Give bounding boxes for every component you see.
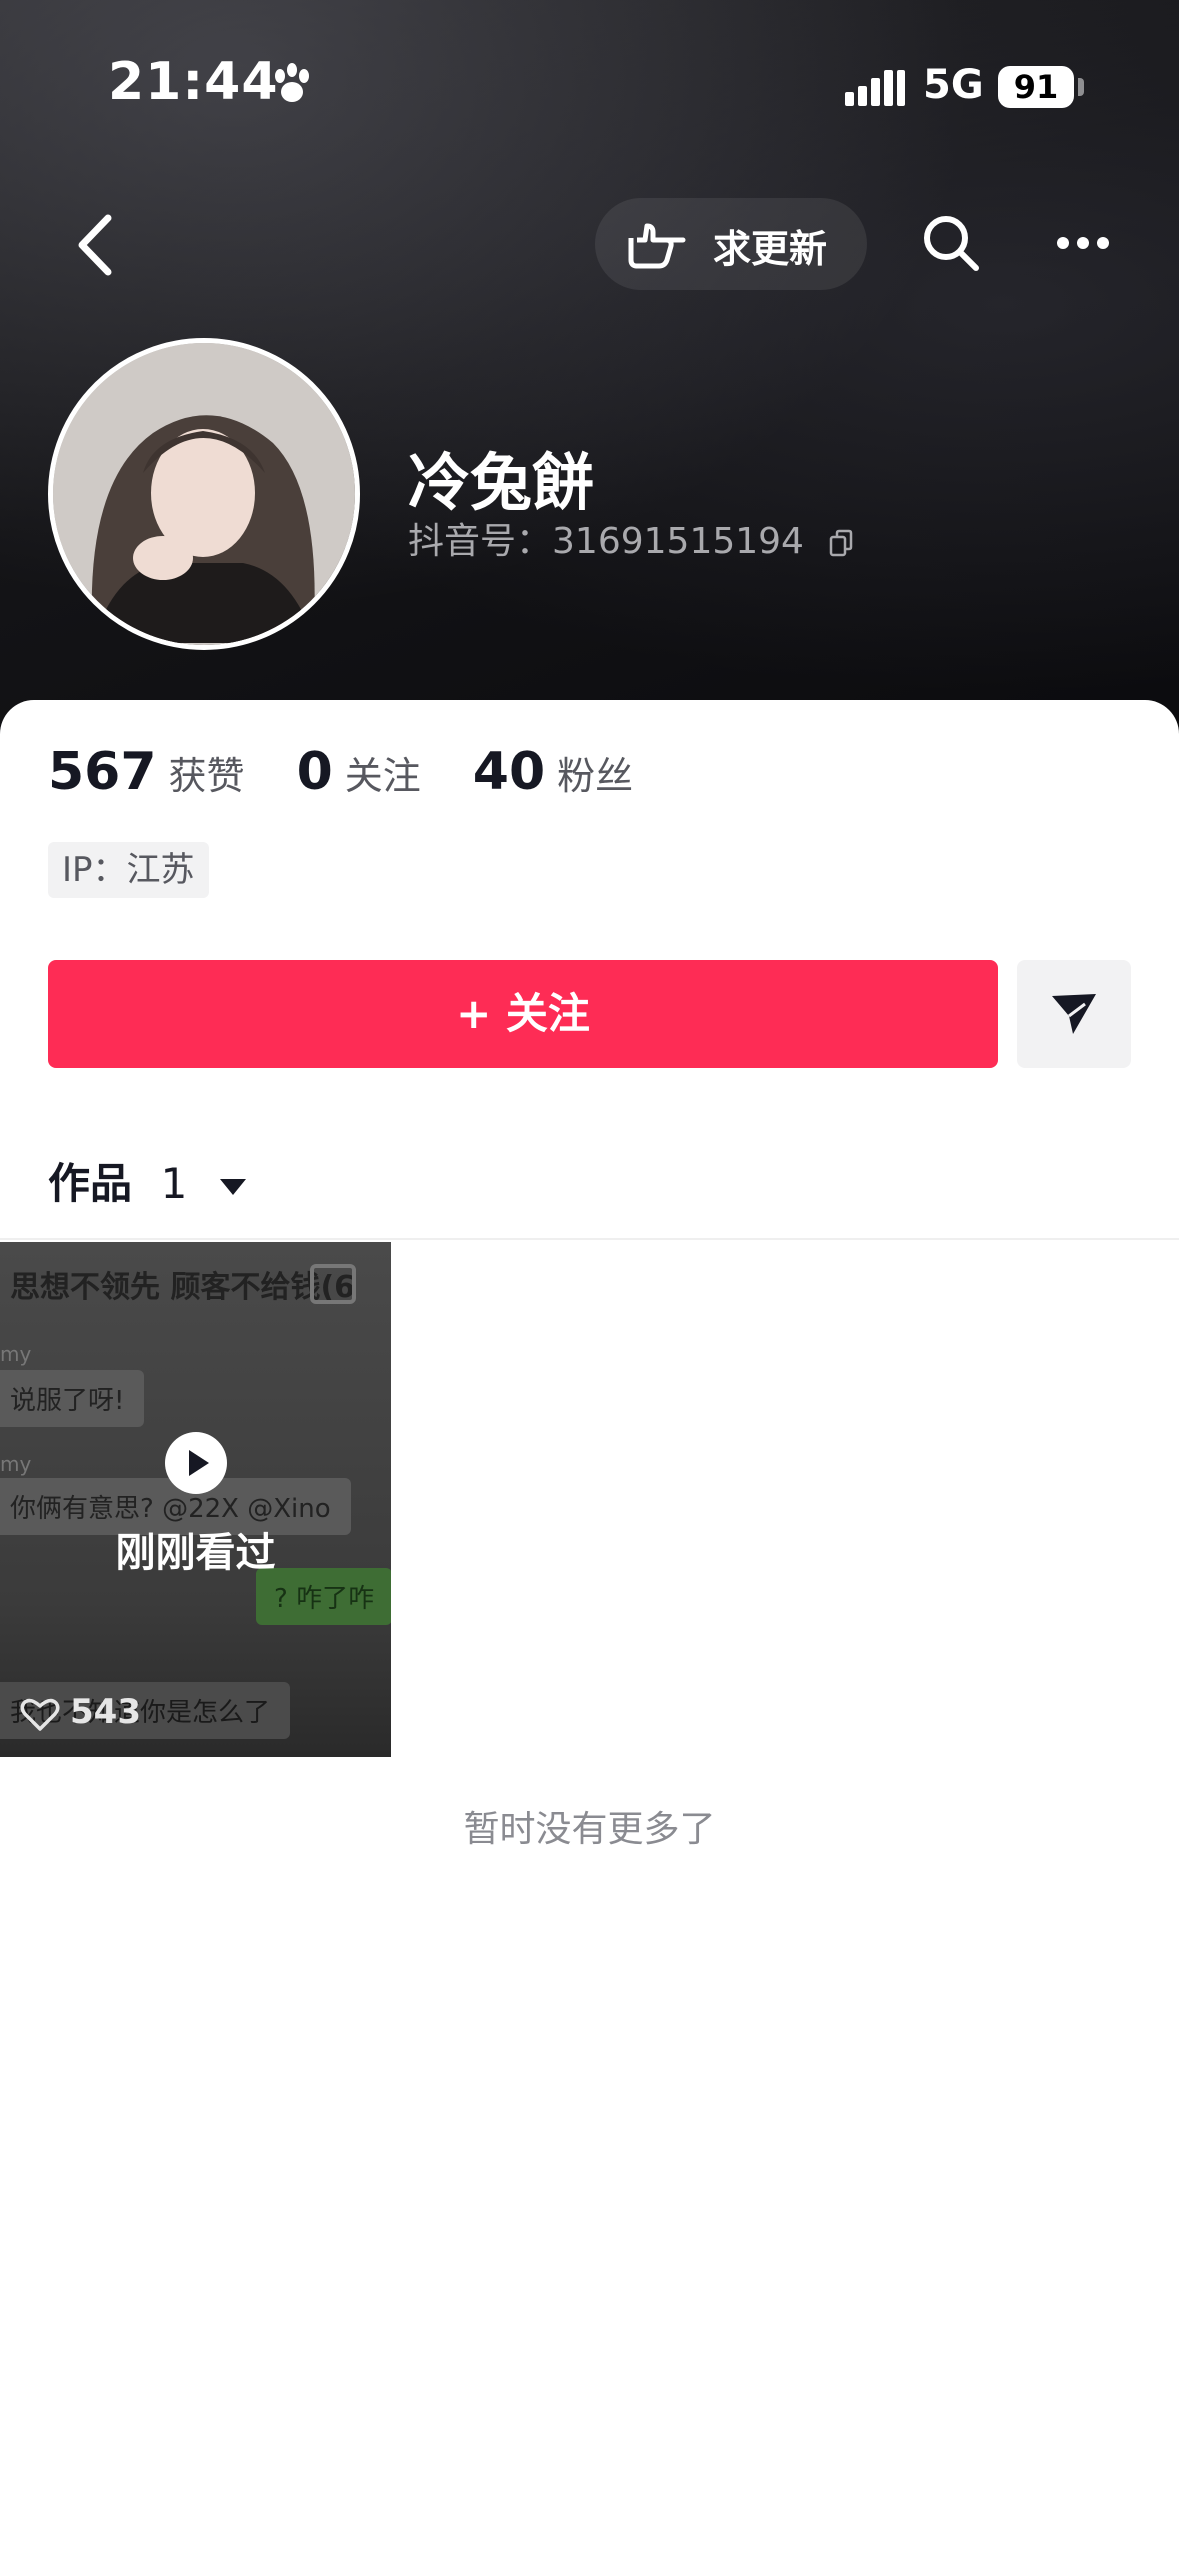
followers-label[interactable]: 粉丝 <box>557 745 633 800</box>
video-caption: 思想不领先 顾客不给钱(6 <box>10 1270 356 1305</box>
video-likes-count: 543 <box>70 1692 141 1732</box>
play-icon <box>165 1432 227 1494</box>
status-time: 21:44 <box>108 52 279 112</box>
followers-count[interactable]: 40 <box>473 742 545 802</box>
works-count: 1 <box>160 1159 188 1208</box>
chat-username: my <box>0 1452 32 1476</box>
back-icon[interactable] <box>70 210 120 280</box>
likes-label[interactable]: 获赞 <box>169 745 245 800</box>
multi-image-icon <box>310 1264 356 1304</box>
request-update-button[interactable]: 求更新 <box>595 198 867 290</box>
battery-tip <box>1078 78 1084 96</box>
copy-icon[interactable] <box>829 529 853 557</box>
more-icon[interactable] <box>1055 225 1111 261</box>
video-thumbnail[interactable]: 思想不领先 顾客不给钱(6 my 说服了呀! my 你俩有意思? @22X @X… <box>0 1242 391 1757</box>
account-label: 抖音号： <box>408 521 553 562</box>
message-button[interactable] <box>1017 960 1131 1068</box>
pointing-hand-icon <box>628 223 686 269</box>
recently-watched-label: 刚刚看过 <box>115 1530 276 1576</box>
network-type: 5G <box>923 62 984 108</box>
follow-button[interactable]: + 关注 <box>48 960 998 1068</box>
battery-level: 91 <box>998 66 1074 108</box>
following-count[interactable]: 0 <box>297 742 333 802</box>
status-bar: 21:44 5G 91 <box>0 0 1179 170</box>
works-tab-label: 作品 <box>48 1159 133 1208</box>
ip-location-tag: IP：江苏 <box>48 842 209 898</box>
tab-divider <box>0 1238 1179 1240</box>
search-icon[interactable] <box>920 212 982 274</box>
following-label[interactable]: 关注 <box>345 745 421 800</box>
stats-row: 567 获赞 0 关注 40 粉丝 <box>48 742 685 812</box>
chat-bubble: 说服了呀! <box>0 1370 145 1427</box>
avatar-image <box>53 343 355 645</box>
no-more-content-note: 暂时没有更多了 <box>463 1809 716 1850</box>
chevron-down-icon <box>220 1178 246 1195</box>
tab-works[interactable]: 作品 1 <box>48 1150 246 1211</box>
paw-icon <box>275 63 309 102</box>
video-likes: 543 <box>20 1692 141 1732</box>
account-id: 31691515194 <box>552 521 804 562</box>
likes-count[interactable]: 567 <box>48 742 157 802</box>
heart-icon <box>20 1698 60 1731</box>
account-id-row[interactable]: 抖音号：31691515194 <box>408 512 853 564</box>
chat-username: my <box>0 1342 32 1366</box>
request-update-label: 求更新 <box>713 227 828 271</box>
send-icon <box>1052 994 1096 1034</box>
avatar[interactable] <box>48 338 360 650</box>
signal-icon <box>845 70 905 106</box>
nickname: 冷兔餅 <box>408 446 595 519</box>
